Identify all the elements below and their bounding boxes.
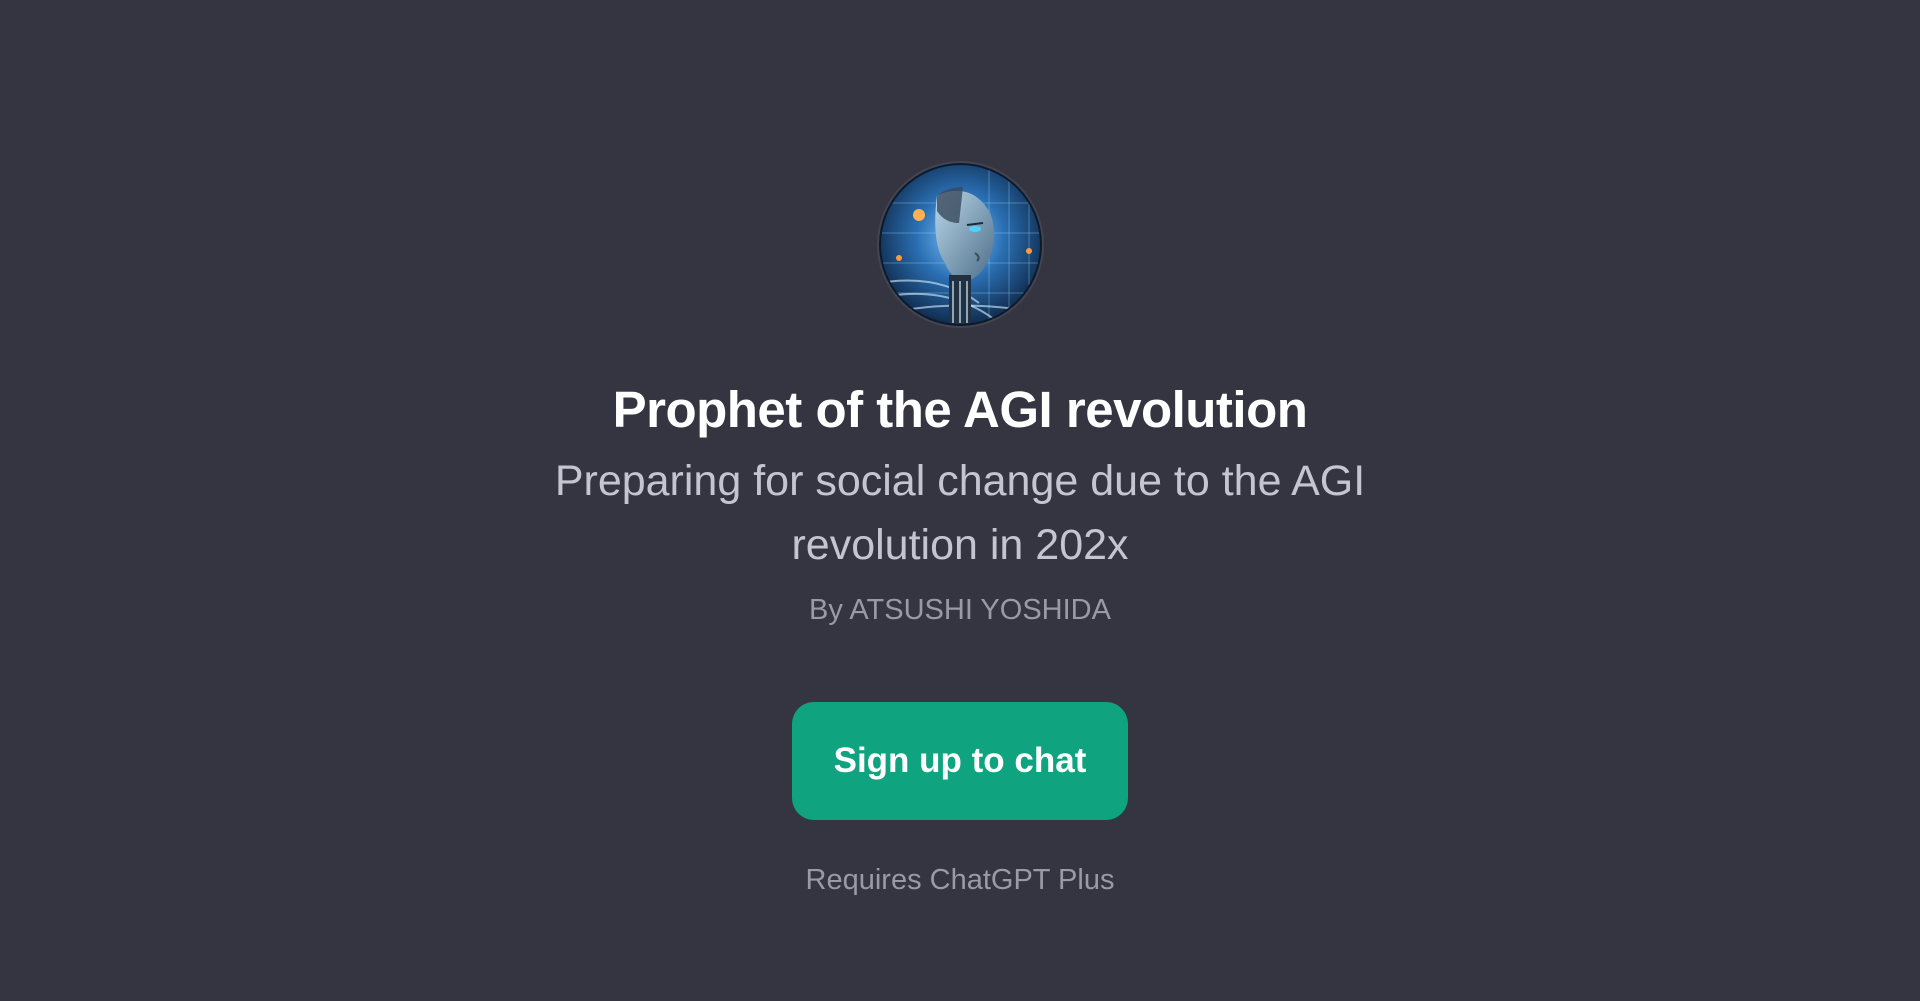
- sign-up-to-chat-button[interactable]: Sign up to chat: [792, 702, 1128, 820]
- robot-head-portrait-icon: [878, 163, 1042, 326]
- gpt-description: Preparing for social change due to the A…: [554, 457, 1366, 569]
- requirement-note: Requires ChatGPT Plus: [805, 864, 1115, 896]
- gpt-author: By ATSUSHI YOSHIDA: [809, 594, 1111, 626]
- gpt-landing-page: Prophet of the AGI revolution Preparing …: [0, 0, 1920, 1001]
- gpt-title: Prophet of the AGI revolution: [612, 381, 1308, 438]
- gpt-avatar: [878, 163, 1042, 326]
